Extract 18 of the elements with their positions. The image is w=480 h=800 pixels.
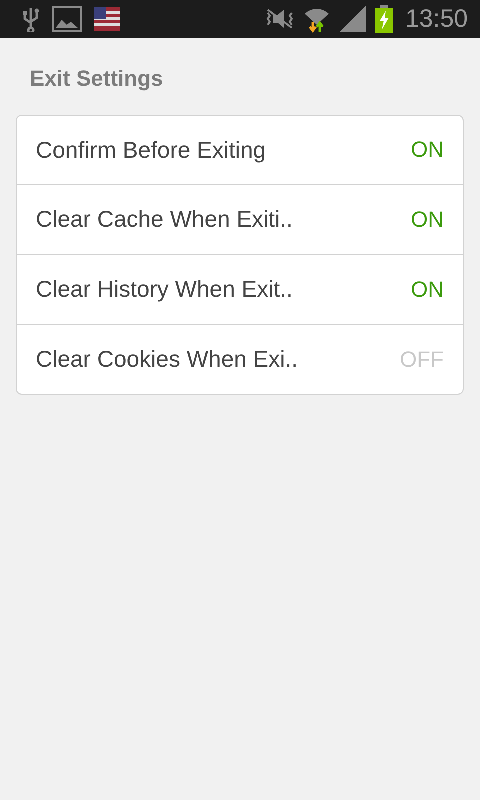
toggle-state[interactable]: ON: [411, 137, 444, 163]
setting-label: Clear Cache When Exiti..: [36, 206, 293, 233]
flag-icon: [94, 7, 120, 31]
section-title: Exit Settings: [29, 65, 164, 93]
clock: 13:50: [405, 4, 468, 34]
setting-row[interactable]: Clear History When Exit.. ON: [17, 254, 463, 324]
mute-icon: [265, 8, 296, 30]
battery-icon: [375, 5, 394, 33]
image-icon: [52, 6, 82, 32]
signal-icon: [339, 5, 368, 33]
usb-icon: [22, 6, 40, 32]
setting-label: Confirm Before Exiting: [36, 136, 266, 164]
setting-label: Clear History When Exit..: [36, 276, 293, 303]
setting-label: Clear Cookies When Exi..: [36, 346, 298, 373]
setting-row[interactable]: Confirm Before Exiting ON: [17, 116, 463, 184]
setting-row[interactable]: Clear Cache When Exiti.. ON: [17, 184, 463, 254]
toggle-state[interactable]: ON: [411, 206, 444, 232]
toggle-state[interactable]: ON: [411, 276, 444, 302]
